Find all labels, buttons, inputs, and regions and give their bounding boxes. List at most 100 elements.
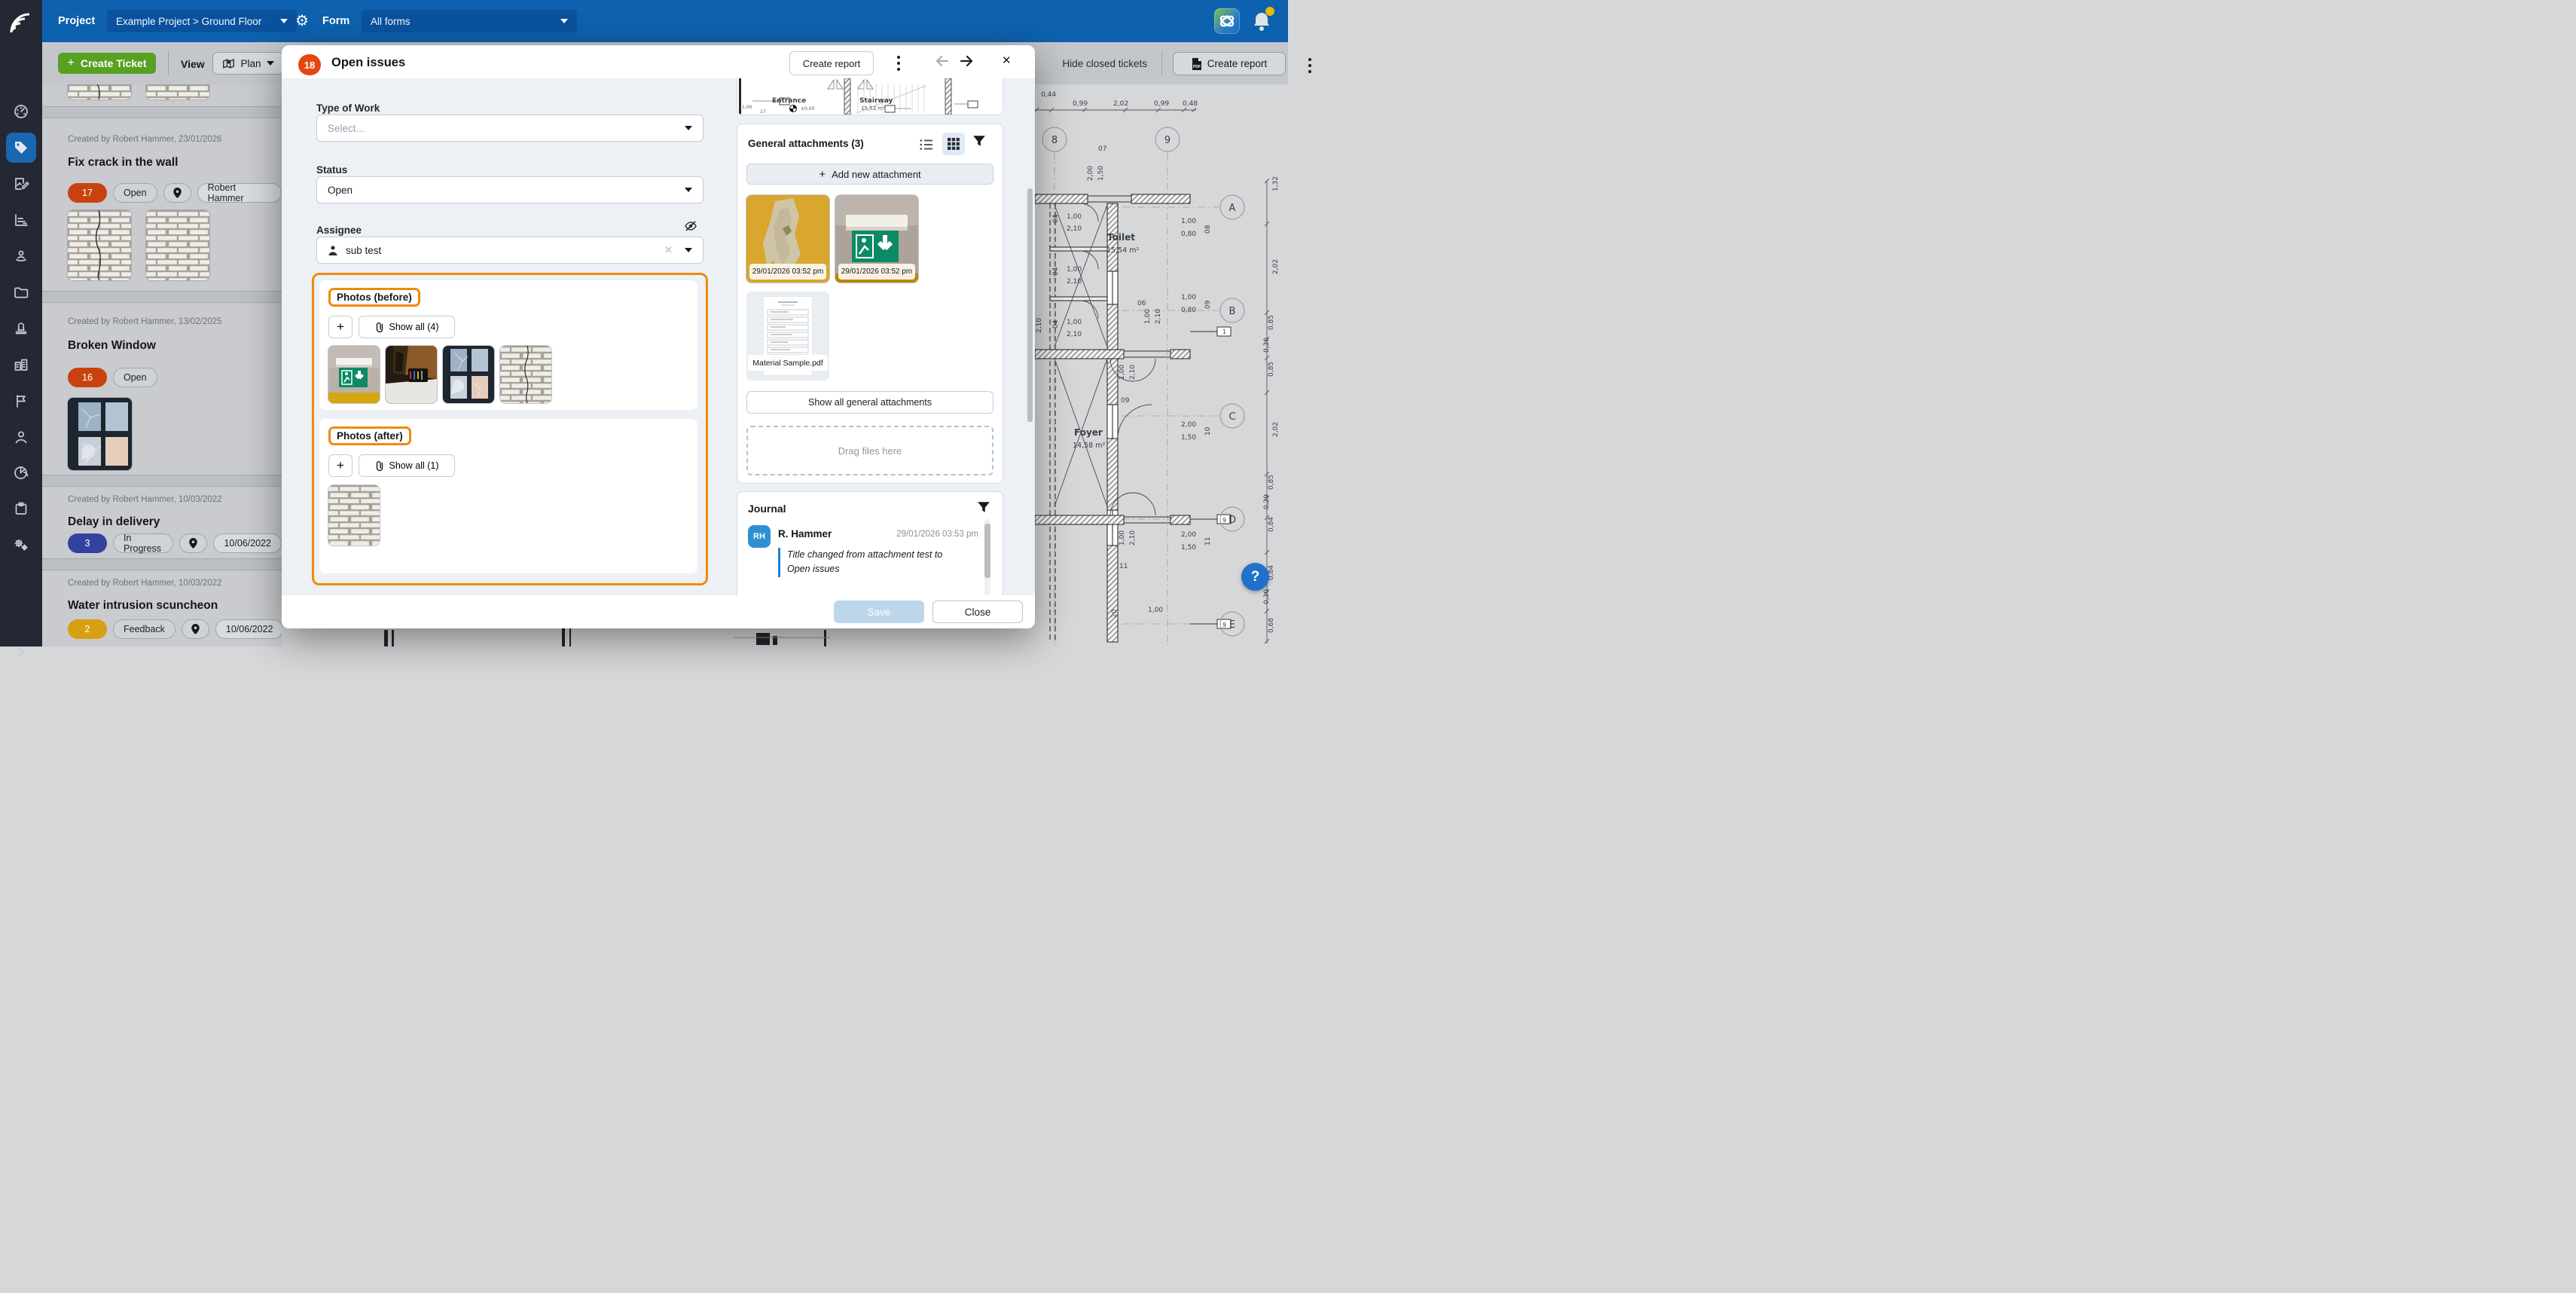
attachment-thumbnail-damaged-wall[interactable]: 29/01/2026 03:52 pm: [746, 195, 829, 283]
help-button[interactable]: ?: [1241, 563, 1269, 591]
sidebar-item-dashboard[interactable]: [6, 96, 36, 127]
previous-ticket-arrow-icon[interactable]: [934, 53, 951, 69]
close-button[interactable]: Close: [932, 601, 1023, 623]
plan-dimension-label: 2,00: [1181, 531, 1196, 539]
plan-dimension-label: 1,50: [1097, 166, 1105, 181]
ticket-number-badge: 17: [68, 183, 107, 203]
close-icon[interactable]: ✕: [1002, 53, 1012, 67]
ticket-photo-thumbnail[interactable]: [146, 210, 209, 280]
ticket-card[interactable]: Created by Robert Hammer, 23/01/2026 Fix…: [42, 117, 282, 291]
ticket-card[interactable]: Created by Robert Hammer, 10/03/2022 Del…: [42, 485, 282, 558]
create-ticket-button[interactable]: + Create Ticket: [58, 53, 156, 74]
modal-title: Open issues: [331, 56, 405, 70]
sidebar-expand-chevron-icon[interactable]: [6, 637, 36, 668]
chevron-down-icon: [685, 126, 692, 130]
toolbar-kebab-menu-icon[interactable]: [1306, 55, 1314, 76]
journal-avatar: RH: [748, 525, 771, 548]
project-label: Project: [58, 0, 95, 42]
modal-kebab-menu-icon[interactable]: [895, 53, 902, 74]
sidebar-item-approvals[interactable]: [6, 313, 36, 344]
sidebar-item-statistics[interactable]: [6, 205, 36, 235]
add-new-attachment-button[interactable]: + Add new attachment: [746, 164, 993, 185]
sidebar-item-tickets[interactable]: [6, 133, 36, 163]
attachment-pdf-tile[interactable]: Material Sample.pdf: [746, 292, 829, 381]
plan-dimension-label: 11: [1119, 563, 1128, 570]
ticket-card[interactable]: Created by Robert Hammer, 13/02/2025 Bro…: [42, 301, 282, 475]
journal-scrollbar-thumb[interactable]: [984, 524, 990, 578]
plan-dimension-label: 0,68: [1268, 618, 1275, 633]
journal-card: Journal RH R. Hammer 29/01/2026 03:53 pm…: [737, 491, 1003, 596]
plan-dimension-label: 1,00: [1067, 266, 1082, 274]
add-photo-button[interactable]: +: [328, 454, 353, 477]
journal-scrollbar[interactable]: [984, 519, 990, 596]
sidebar-nav: [0, 42, 42, 646]
ticket-badges: 17 Open Robert Hammer: [68, 183, 282, 203]
form-select[interactable]: All forms: [362, 10, 577, 32]
list-view-icon[interactable]: [917, 135, 936, 154]
sidebar-item-flags[interactable]: [6, 386, 36, 416]
ticket-photo-thumbnail[interactable]: [68, 84, 131, 99]
app-logo[interactable]: [0, 0, 42, 42]
sidebar-item-users[interactable]: [6, 422, 36, 452]
save-button[interactable]: Save: [834, 601, 924, 623]
modal-footer: Save Close: [282, 595, 1035, 628]
plan-dim: 1,00: [742, 105, 752, 110]
project-settings-gear-icon[interactable]: ⚙: [295, 0, 309, 42]
sidebar-item-site-presence[interactable]: [6, 241, 36, 271]
journal-filter-funnel-icon[interactable]: [977, 501, 990, 513]
plan-dimension-label: 1,00: [1067, 319, 1082, 326]
project-select[interactable]: Example Project > Ground Floor: [107, 10, 297, 32]
add-photo-button[interactable]: +: [328, 316, 353, 338]
ticket-photo-thumbnail[interactable]: [68, 398, 132, 470]
journal-entry-date: 29/01/2026 03:53 pm: [873, 530, 978, 539]
photo-thumbnail-exit-sign[interactable]: [328, 346, 380, 403]
ticket-plan-snippet[interactable]: Entrance ±0,00 Stairway 15,52 m² 1,00 17: [737, 78, 1003, 115]
ticket-card[interactable]: Created by Robert Hammer, 10/03/2022 Wat…: [42, 569, 282, 646]
type-of-work-select[interactable]: Select...: [316, 115, 704, 142]
status-select[interactable]: Open: [316, 176, 704, 203]
show-all-photos-button[interactable]: Show all (4): [359, 316, 455, 338]
ticket-number-badge: 2: [68, 619, 107, 639]
sidebar-item-tasks[interactable]: [6, 494, 36, 524]
drag-files-dropzone[interactable]: Drag files here: [746, 426, 993, 475]
gauge-icon: [13, 103, 29, 120]
plan-room-stairway: Stairway: [859, 97, 893, 105]
stamp-icon: [13, 320, 29, 337]
photo-thumbnail-toolbox[interactable]: [386, 346, 437, 403]
show-all-photos-button[interactable]: Show all (1): [359, 454, 455, 477]
folder-icon: [13, 284, 29, 301]
plan-dimension-label: 0,80: [1181, 307, 1196, 314]
filter-funnel-icon[interactable]: [972, 135, 986, 147]
ticket-photo-thumbnail[interactable]: [146, 84, 209, 99]
sidebar-item-plans[interactable]: [6, 169, 36, 199]
plan-dimension-label: 1: [1222, 329, 1226, 335]
ticket-photo-thumbnail[interactable]: [68, 210, 131, 280]
ticket-list-panel[interactable]: Created by Robert Hammer, 23/01/2026 Fix…: [42, 84, 282, 646]
show-all-attachments-button[interactable]: Show all general attachments: [746, 391, 993, 414]
photo-thumbnail-brick-repaired[interactable]: [328, 485, 380, 546]
grid-view-icon-active[interactable]: [942, 133, 965, 155]
next-ticket-arrow-icon[interactable]: [958, 53, 975, 69]
eye-off-icon[interactable]: [684, 220, 697, 232]
sidebar-item-reports[interactable]: [6, 457, 36, 488]
attachment-thumbnail-exit-sign[interactable]: 29/01/2026 03:52 pm: [835, 195, 918, 283]
modal-scrollbar-thumb[interactable]: [1027, 188, 1033, 422]
plan-grid-label: E: [1229, 619, 1235, 631]
plan-dimension-label: 0,85: [1268, 475, 1275, 490]
connect-app-icon[interactable]: [1214, 8, 1240, 34]
plan-dimension-label: 0,84: [1268, 517, 1275, 532]
plan-dimension-label: 14,58 m²: [1073, 442, 1105, 450]
clear-assignee-icon[interactable]: ✕: [664, 244, 673, 256]
create-report-button[interactable]: PDF Create report: [1173, 52, 1286, 75]
photo-thumbnail-broken-window[interactable]: [443, 346, 494, 403]
ticket-card-partial[interactable]: [42, 84, 282, 106]
photo-thumbnail-brick-crack[interactable]: [500, 346, 551, 403]
create-report-button[interactable]: Create report: [789, 51, 874, 75]
view-mode-select[interactable]: Plan: [212, 52, 284, 75]
project-select-value: Example Project > Ground Floor: [116, 16, 261, 27]
ticket-title: Fix crack in the wall: [68, 156, 178, 170]
assignee-select[interactable]: sub test ✕: [316, 237, 704, 264]
sidebar-item-documents[interactable]: [6, 277, 36, 307]
sidebar-item-company[interactable]: [6, 350, 36, 380]
sidebar-item-settings[interactable]: [6, 530, 36, 560]
